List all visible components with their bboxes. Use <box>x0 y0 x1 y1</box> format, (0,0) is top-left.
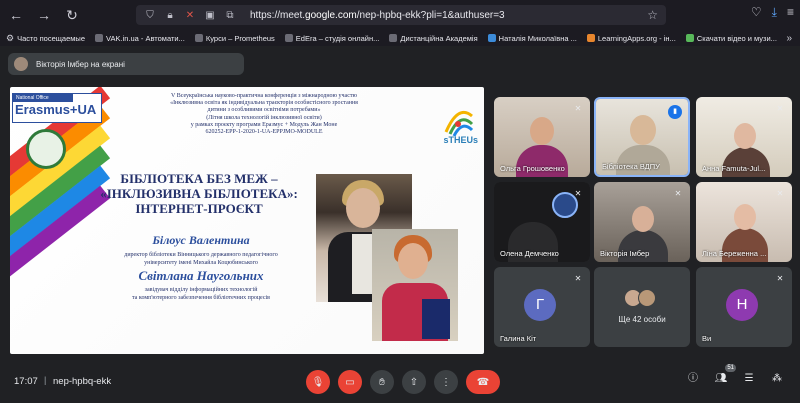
divider: | <box>44 375 47 385</box>
speaker-names: Білоус Валентина директор бібліотеки Він… <box>62 233 340 302</box>
bookmarks-bar: ⚙ Часто посещаемые VAK.in.ua - Автомати..… <box>0 30 800 46</box>
participant-tile[interactable]: ✕ Ліна Береженна ... <box>696 182 792 262</box>
mic-off-icon: ✕ <box>674 189 682 198</box>
call-controls: 🎙︎ ▭ ✋︎ ⇧ ⋮ ☎︎ <box>306 370 500 394</box>
menu-icon[interactable]: ≡ <box>787 5 794 20</box>
globe-icon <box>95 34 103 42</box>
camera-icon[interactable]: ▣ <box>204 10 216 21</box>
participant-tile[interactable]: ✕ Ольга Грошовенко <box>494 97 590 177</box>
toolbar-right: ♡ ⤓ ≡ <box>751 5 794 20</box>
presenter-banner[interactable]: Вікторія Імбер на екрані <box>8 53 244 75</box>
conference-info: V Всеукраїнська науково-практична конфер… <box>170 93 358 136</box>
mic-off-icon: 🎙︎ <box>311 376 325 388</box>
mic-off-icon: ✕ <box>776 274 784 283</box>
back-icon[interactable]: ← <box>4 3 28 27</box>
mic-off-icon: ✕ <box>776 104 784 113</box>
url-text: https://meet.google.com/nep-hpbq-ekk?pli… <box>250 9 505 21</box>
bookmark-item[interactable]: VAK.in.ua - Автомати... <box>95 34 185 43</box>
stheus-label: sTHEUs <box>443 135 478 145</box>
meeting-code: nep-hpbq-ekk <box>53 376 112 387</box>
mic-blocked-icon[interactable]: ✕ <box>184 10 196 21</box>
speaker-2-name: Світлана Наугольних <box>138 268 264 283</box>
mic-off-icon: ✕ <box>776 189 784 198</box>
forward-icon[interactable]: → <box>32 3 56 27</box>
participant-tile[interactable]: ✕ Анна Famuta-Jul... <box>696 97 792 177</box>
bookmark-item[interactable]: Дистанційна Академія <box>389 34 478 43</box>
globe-icon <box>389 34 398 42</box>
speaker-1-name: Білоус Валентина <box>152 233 250 247</box>
erasmus-logo: National Office Erasmus+UA <box>12 93 102 123</box>
bookmark-item[interactable]: Курси – Prometheus <box>194 34 275 43</box>
chat-icon: ☰ <box>744 373 754 384</box>
pocket-icon[interactable]: ♡ <box>751 5 762 20</box>
google-icon <box>487 34 496 42</box>
download-icon <box>685 34 694 42</box>
lock-icon[interactable]: 🔒︎ <box>164 10 176 21</box>
avatar: Г <box>524 289 556 321</box>
avatar <box>638 289 656 307</box>
shield-icon[interactable]: ⛉ <box>144 10 156 21</box>
more-vert-icon: ⋮ <box>441 376 451 388</box>
hand-icon: ✋︎ <box>379 376 385 388</box>
globe-icon <box>194 34 203 42</box>
participant-tile[interactable]: ✕ Олена Демченко <box>494 182 590 262</box>
participant-avatars <box>624 289 656 307</box>
avatar: Н <box>726 289 758 321</box>
mic-toggle-button[interactable]: 🎙︎ <box>306 370 330 394</box>
participant-tile[interactable]: ✕ Вікторія Імбер <box>594 182 690 262</box>
people-button[interactable]: 👥︎ 51 <box>714 364 736 386</box>
bookmark-item[interactable]: Наталія Миколаївна ... <box>487 34 577 43</box>
more-options-button[interactable]: ⋮ <box>434 370 458 394</box>
gear-icon: ⚙ <box>6 33 15 43</box>
speaker-1-desc: директор бібліотеки Вінницького державно… <box>124 252 278 266</box>
doc-icon <box>586 34 595 42</box>
side-panel-controls: ⓘ 👥︎ 51 ☰ ⁂ <box>686 364 784 386</box>
globe-icon <box>284 34 293 42</box>
bookmarks-more-button[interactable]: » <box>786 33 792 44</box>
present-button[interactable]: ⇧ <box>402 370 426 394</box>
mic-off-icon: ✕ <box>574 104 582 113</box>
hang-up-icon: ☎︎ <box>476 376 490 388</box>
reload-icon[interactable]: ↻ <box>60 3 84 27</box>
avatar <box>14 57 28 71</box>
activities-button[interactable]: ⁂ <box>770 372 784 386</box>
speaker-2-desc: завідувач відділу інформаційних технолог… <box>131 287 271 301</box>
address-bar[interactable]: ⛉ 🔒︎ ✕ ▣ ⧉ https://meet.google.com/nep-h… <box>136 5 666 25</box>
present-icon: ⇧ <box>409 376 419 388</box>
people-icon: 👥︎ <box>714 373 728 384</box>
bookmark-item[interactable]: EdEra – студія онлайн... <box>284 34 379 43</box>
participant-tile[interactable]: ▮ Бібліотека ВДПУ <box>594 97 690 177</box>
slide-title: БІБЛІОТЕКА БЕЗ МЕЖ – «ІНКЛЮЗИВНА БІБЛІОТ… <box>100 171 298 216</box>
self-tile[interactable]: Н ✕ Ви <box>696 267 792 347</box>
participant-tile[interactable]: Г ✕ Галина Кіт <box>494 267 590 347</box>
shared-screen[interactable]: National Office Erasmus+UA sTHEUs V Всеу… <box>10 87 484 354</box>
raise-hand-button[interactable]: ✋︎ <box>370 370 394 394</box>
mic-off-icon: ✕ <box>574 189 582 198</box>
bookmark-item[interactable]: ⚙ Часто посещаемые <box>6 34 85 43</box>
meet-control-bar: 17:07 | nep-hpbq-ekk 🎙︎ ▭ ✋︎ ⇧ ⋮ ☎︎ ⓘ 👥︎… <box>0 360 800 403</box>
bookmark-item[interactable]: LearningApps.org - ін... <box>586 34 676 43</box>
presenter-label: Вікторія Імбер на екрані <box>36 59 125 69</box>
camera-toggle-button[interactable]: ▭ <box>338 370 362 394</box>
browser-toolbar: ← → ↻ ⛉ 🔒︎ ✕ ▣ ⧉ https://meet.google.com… <box>0 0 800 30</box>
photo-naugolnykh <box>372 229 458 341</box>
bookmark-star-icon[interactable]: ☆ <box>647 8 658 22</box>
university-seal-icon <box>26 129 66 169</box>
activities-icon: ⁂ <box>772 373 782 384</box>
chat-button[interactable]: ☰ <box>742 372 756 386</box>
bookmark-item[interactable]: Скачати відео и музи... <box>685 34 777 43</box>
info-icon: ⓘ <box>688 373 698 384</box>
speaking-indicator-icon: ▮ <box>668 105 682 119</box>
leave-call-button[interactable]: ☎︎ <box>466 370 500 394</box>
camera-off-icon: ▭ <box>345 376 355 388</box>
more-participants-tile[interactable]: Ще 42 особи <box>594 267 690 347</box>
download-icon[interactable]: ⤓ <box>772 5 777 20</box>
mic-off-icon: ✕ <box>574 274 582 283</box>
share-icon[interactable]: ⧉ <box>224 10 236 21</box>
info-button[interactable]: ⓘ <box>686 372 700 386</box>
people-count-badge: 51 <box>725 364 736 372</box>
clock: 17:07 <box>14 376 38 387</box>
screen: ← → ↻ ⛉ 🔒︎ ✕ ▣ ⧉ https://meet.google.com… <box>0 0 800 403</box>
